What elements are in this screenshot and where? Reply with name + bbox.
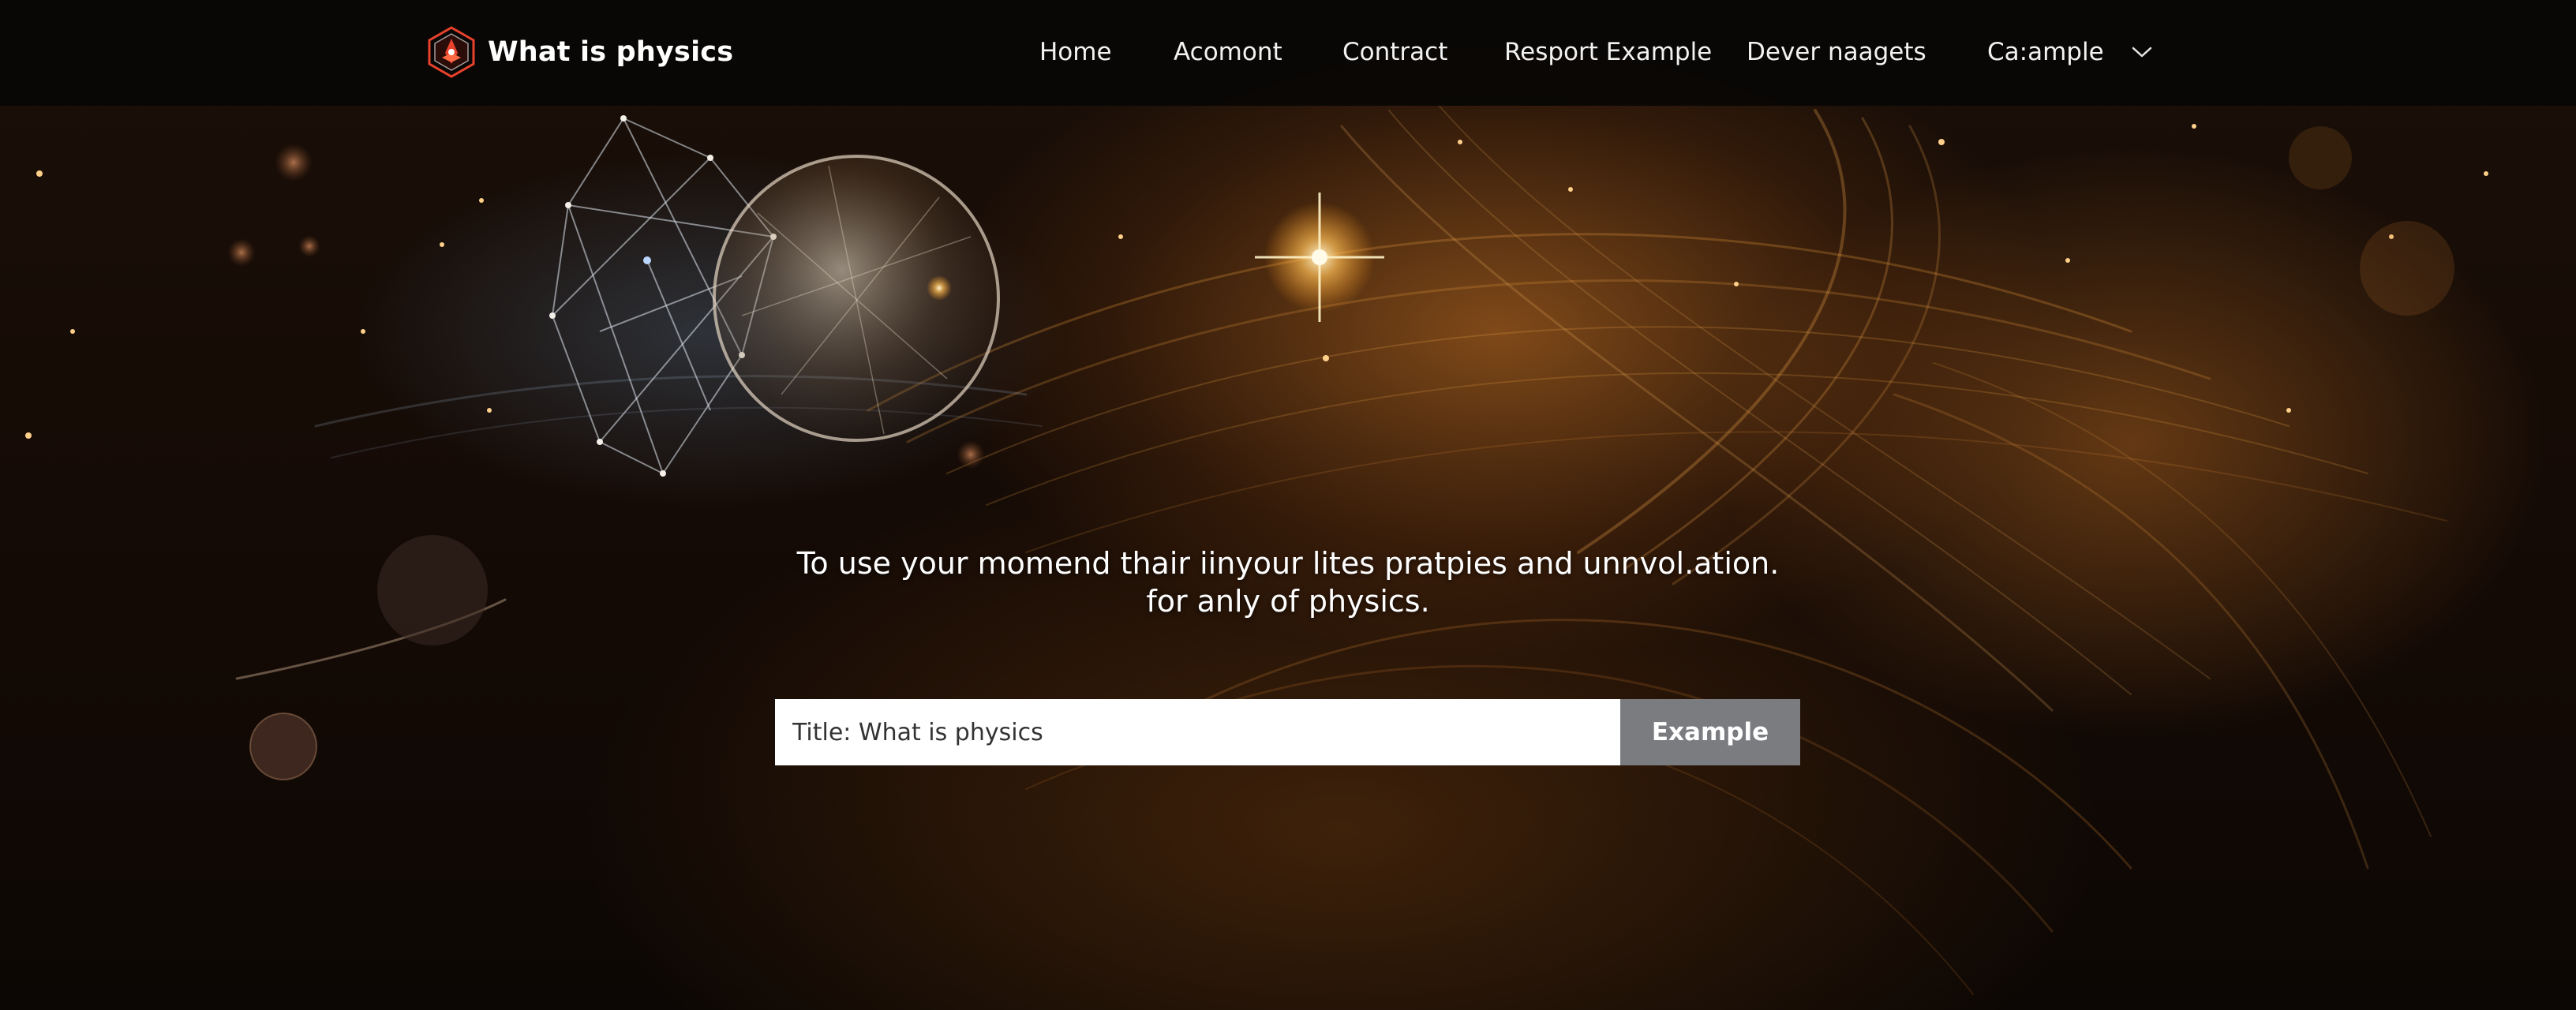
nav-item-dever-naagets[interactable]: Dever naagets [1747, 35, 1926, 69]
hero-line-2: for anly of physics. [1146, 584, 1430, 619]
title-search-bar: Example [775, 699, 1800, 765]
brand[interactable]: What is physics [426, 24, 733, 80]
page: What is physics Home Acomont Contract Re… [0, 0, 2576, 1010]
nav-item-acomont[interactable]: Acomont [1174, 35, 1282, 69]
brand-name: What is physics [488, 36, 734, 68]
title-input[interactable] [775, 699, 1620, 765]
nav-item-resport-example[interactable]: Resport Example [1504, 35, 1712, 69]
atom-logo-icon [428, 26, 475, 78]
nav-dropdown-label: Ca:ample [1987, 38, 2104, 66]
top-navigation-bar: What is physics Home Acomont Contract Re… [0, 0, 2576, 106]
example-button[interactable]: Example [1620, 699, 1800, 765]
cosmic-background-image [25, 102, 2488, 995]
hero-description: To use your momend thair iinyour lites p… [657, 544, 1919, 620]
nav-dropdown-caample[interactable]: Ca:ample [1987, 35, 2153, 69]
chevron-down-icon [2132, 47, 2151, 58]
nav-item-contract[interactable]: Contract [1342, 35, 1447, 69]
hero-line-1: To use your momend thair iinyour lites p… [796, 546, 1780, 581]
nav-item-home[interactable]: Home [1039, 35, 1112, 69]
